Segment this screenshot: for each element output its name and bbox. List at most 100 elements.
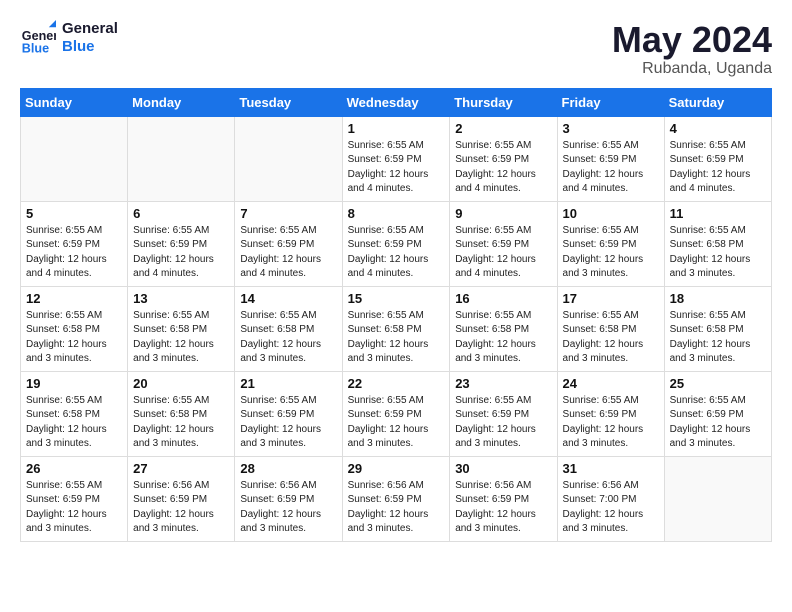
day-cell-13: 13 Sunrise: 6:55 AM Sunset: 6:58 PM Dayli… bbox=[128, 286, 235, 371]
location-title: Rubanda, Uganda bbox=[612, 60, 772, 78]
day-number: 8 bbox=[348, 206, 445, 221]
day-info: Sunrise: 6:55 AM Sunset: 6:59 PM Dayligh… bbox=[670, 394, 766, 452]
day-cell-10: 10 Sunrise: 6:55 AM Sunset: 6:59 PM Dayli… bbox=[557, 201, 664, 286]
day-number: 29 bbox=[348, 461, 445, 476]
day-cell-14: 14Sunrise: 6:55 AM Sunset: 6:58 PM Dayli… bbox=[235, 286, 342, 371]
day-cell-11: 11 Sunrise: 6:55 AM Sunset: 6:58 PM Dayli… bbox=[664, 201, 771, 286]
day-cell-5: 5Sunrise: 6:55 AM Sunset: 6:59 PM Daylig… bbox=[21, 201, 128, 286]
day-info: Sunrise: 6:56 AM Sunset: 6:59 PM Dayligh… bbox=[348, 479, 445, 537]
empty-cell bbox=[21, 116, 128, 201]
weekday-header-thursday: Thursday bbox=[450, 88, 557, 116]
weekday-header-sunday: Sunday bbox=[21, 88, 128, 116]
day-cell-31: 31 Sunrise: 6:56 AM Sunset: 7:00 PM Dayli… bbox=[557, 456, 664, 541]
logo-icon: General Blue bbox=[20, 20, 56, 56]
day-info: Sunrise: 6:55 AM Sunset: 6:59 PM Dayligh… bbox=[240, 224, 336, 282]
day-info: Sunrise: 6:55 AM Sunset: 6:58 PM Dayligh… bbox=[26, 309, 122, 367]
day-number: 13 bbox=[133, 291, 229, 306]
page-header: General Blue General Blue May 2024 Ruban… bbox=[20, 20, 772, 78]
day-info: Sunrise: 6:55 AM Sunset: 6:59 PM Dayligh… bbox=[455, 224, 551, 282]
day-info: Sunrise: 6:55 AM Sunset: 6:59 PM Dayligh… bbox=[563, 394, 659, 452]
day-number: 22 bbox=[348, 376, 445, 391]
day-info: Sunrise: 6:55 AM Sunset: 6:59 PM Dayligh… bbox=[348, 139, 445, 197]
day-number: 12 bbox=[26, 291, 122, 306]
day-info: Sunrise: 6:55 AM Sunset: 6:58 PM Dayligh… bbox=[348, 309, 445, 367]
day-info: Sunrise: 6:55 AM Sunset: 6:59 PM Dayligh… bbox=[455, 394, 551, 452]
day-number: 7 bbox=[240, 206, 336, 221]
day-number: 27 bbox=[133, 461, 229, 476]
day-number: 19 bbox=[26, 376, 122, 391]
weekday-header-saturday: Saturday bbox=[664, 88, 771, 116]
weekday-header-tuesday: Tuesday bbox=[235, 88, 342, 116]
day-info: Sunrise: 6:55 AM Sunset: 6:58 PM Dayligh… bbox=[670, 309, 766, 367]
day-info: Sunrise: 6:55 AM Sunset: 6:59 PM Dayligh… bbox=[563, 224, 659, 282]
week-row-4: 19 Sunrise: 6:55 AM Sunset: 6:58 PM Dayli… bbox=[21, 371, 772, 456]
day-info: Sunrise: 6:55 AM Sunset: 6:59 PM Dayligh… bbox=[26, 224, 122, 282]
day-number: 20 bbox=[133, 376, 229, 391]
day-info: Sunrise: 6:56 AM Sunset: 6:59 PM Dayligh… bbox=[240, 479, 336, 537]
weekday-header-row: SundayMondayTuesdayWednesdayThursdayFrid… bbox=[21, 88, 772, 116]
day-number: 11 bbox=[670, 206, 766, 221]
day-cell-19: 19 Sunrise: 6:55 AM Sunset: 6:58 PM Dayli… bbox=[21, 371, 128, 456]
day-number: 6 bbox=[133, 206, 229, 221]
day-info: Sunrise: 6:55 AM Sunset: 6:58 PM Dayligh… bbox=[133, 394, 229, 452]
day-number: 25 bbox=[670, 376, 766, 391]
day-cell-7: 7 Sunrise: 6:55 AM Sunset: 6:59 PM Daylig… bbox=[235, 201, 342, 286]
day-info: Sunrise: 6:55 AM Sunset: 6:59 PM Dayligh… bbox=[455, 139, 551, 197]
week-row-3: 12 Sunrise: 6:55 AM Sunset: 6:58 PM Dayli… bbox=[21, 286, 772, 371]
day-cell-30: 30Sunrise: 6:56 AM Sunset: 6:59 PM Dayli… bbox=[450, 456, 557, 541]
day-number: 1 bbox=[348, 121, 445, 136]
day-cell-20: 20 Sunrise: 6:55 AM Sunset: 6:58 PM Dayli… bbox=[128, 371, 235, 456]
empty-cell bbox=[235, 116, 342, 201]
day-cell-8: 8Sunrise: 6:55 AM Sunset: 6:59 PM Daylig… bbox=[342, 201, 450, 286]
day-info: Sunrise: 6:55 AM Sunset: 6:59 PM Dayligh… bbox=[670, 139, 766, 197]
day-info: Sunrise: 6:55 AM Sunset: 6:58 PM Dayligh… bbox=[455, 309, 551, 367]
day-cell-1: 1 Sunrise: 6:55 AM Sunset: 6:59 PM Daylig… bbox=[342, 116, 450, 201]
day-info: Sunrise: 6:55 AM Sunset: 6:59 PM Dayligh… bbox=[348, 394, 445, 452]
day-number: 15 bbox=[348, 291, 445, 306]
day-cell-6: 6 Sunrise: 6:55 AM Sunset: 6:59 PM Daylig… bbox=[128, 201, 235, 286]
day-number: 2 bbox=[455, 121, 551, 136]
day-info: Sunrise: 6:55 AM Sunset: 6:58 PM Dayligh… bbox=[563, 309, 659, 367]
day-cell-28: 28 Sunrise: 6:56 AM Sunset: 6:59 PM Dayli… bbox=[235, 456, 342, 541]
day-number: 17 bbox=[563, 291, 659, 306]
day-cell-27: 27Sunrise: 6:56 AM Sunset: 6:59 PM Dayli… bbox=[128, 456, 235, 541]
day-cell-23: 23Sunrise: 6:55 AM Sunset: 6:59 PM Dayli… bbox=[450, 371, 557, 456]
day-cell-9: 9Sunrise: 6:55 AM Sunset: 6:59 PM Daylig… bbox=[450, 201, 557, 286]
day-cell-29: 29 Sunrise: 6:56 AM Sunset: 6:59 PM Dayli… bbox=[342, 456, 450, 541]
day-cell-25: 25 Sunrise: 6:55 AM Sunset: 6:59 PM Dayli… bbox=[664, 371, 771, 456]
week-row-5: 26 Sunrise: 6:55 AM Sunset: 6:59 PM Dayli… bbox=[21, 456, 772, 541]
day-cell-16: 16Sunrise: 6:55 AM Sunset: 6:58 PM Dayli… bbox=[450, 286, 557, 371]
day-number: 31 bbox=[563, 461, 659, 476]
empty-cell bbox=[664, 456, 771, 541]
day-cell-2: 2 Sunrise: 6:55 AM Sunset: 6:59 PM Daylig… bbox=[450, 116, 557, 201]
week-row-2: 5Sunrise: 6:55 AM Sunset: 6:59 PM Daylig… bbox=[21, 201, 772, 286]
day-number: 18 bbox=[670, 291, 766, 306]
day-number: 10 bbox=[563, 206, 659, 221]
day-info: Sunrise: 6:55 AM Sunset: 6:58 PM Dayligh… bbox=[133, 309, 229, 367]
month-title: May 2024 bbox=[612, 20, 772, 60]
day-cell-21: 21Sunrise: 6:55 AM Sunset: 6:59 PM Dayli… bbox=[235, 371, 342, 456]
day-cell-17: 17 Sunrise: 6:55 AM Sunset: 6:58 PM Dayli… bbox=[557, 286, 664, 371]
day-info: Sunrise: 6:55 AM Sunset: 6:59 PM Dayligh… bbox=[563, 139, 659, 197]
day-info: Sunrise: 6:55 AM Sunset: 6:59 PM Dayligh… bbox=[26, 479, 122, 537]
day-info: Sunrise: 6:55 AM Sunset: 6:58 PM Dayligh… bbox=[26, 394, 122, 452]
day-info: Sunrise: 6:55 AM Sunset: 6:59 PM Dayligh… bbox=[133, 224, 229, 282]
day-info: Sunrise: 6:55 AM Sunset: 6:59 PM Dayligh… bbox=[240, 394, 336, 452]
day-number: 4 bbox=[670, 121, 766, 136]
logo-line2: Blue bbox=[62, 38, 118, 56]
day-number: 24 bbox=[563, 376, 659, 391]
day-info: Sunrise: 6:56 AM Sunset: 7:00 PM Dayligh… bbox=[563, 479, 659, 537]
day-info: Sunrise: 6:55 AM Sunset: 6:58 PM Dayligh… bbox=[670, 224, 766, 282]
day-cell-3: 3 Sunrise: 6:55 AM Sunset: 6:59 PM Daylig… bbox=[557, 116, 664, 201]
day-cell-24: 24 Sunrise: 6:55 AM Sunset: 6:59 PM Dayli… bbox=[557, 371, 664, 456]
day-number: 3 bbox=[563, 121, 659, 136]
day-cell-15: 15 Sunrise: 6:55 AM Sunset: 6:58 PM Dayli… bbox=[342, 286, 450, 371]
day-info: Sunrise: 6:56 AM Sunset: 6:59 PM Dayligh… bbox=[455, 479, 551, 537]
day-info: Sunrise: 6:55 AM Sunset: 6:58 PM Dayligh… bbox=[240, 309, 336, 367]
day-cell-18: 18 Sunrise: 6:55 AM Sunset: 6:58 PM Dayli… bbox=[664, 286, 771, 371]
day-cell-22: 22 Sunrise: 6:55 AM Sunset: 6:59 PM Dayli… bbox=[342, 371, 450, 456]
day-number: 28 bbox=[240, 461, 336, 476]
empty-cell bbox=[128, 116, 235, 201]
day-cell-26: 26 Sunrise: 6:55 AM Sunset: 6:59 PM Dayli… bbox=[21, 456, 128, 541]
day-number: 26 bbox=[26, 461, 122, 476]
